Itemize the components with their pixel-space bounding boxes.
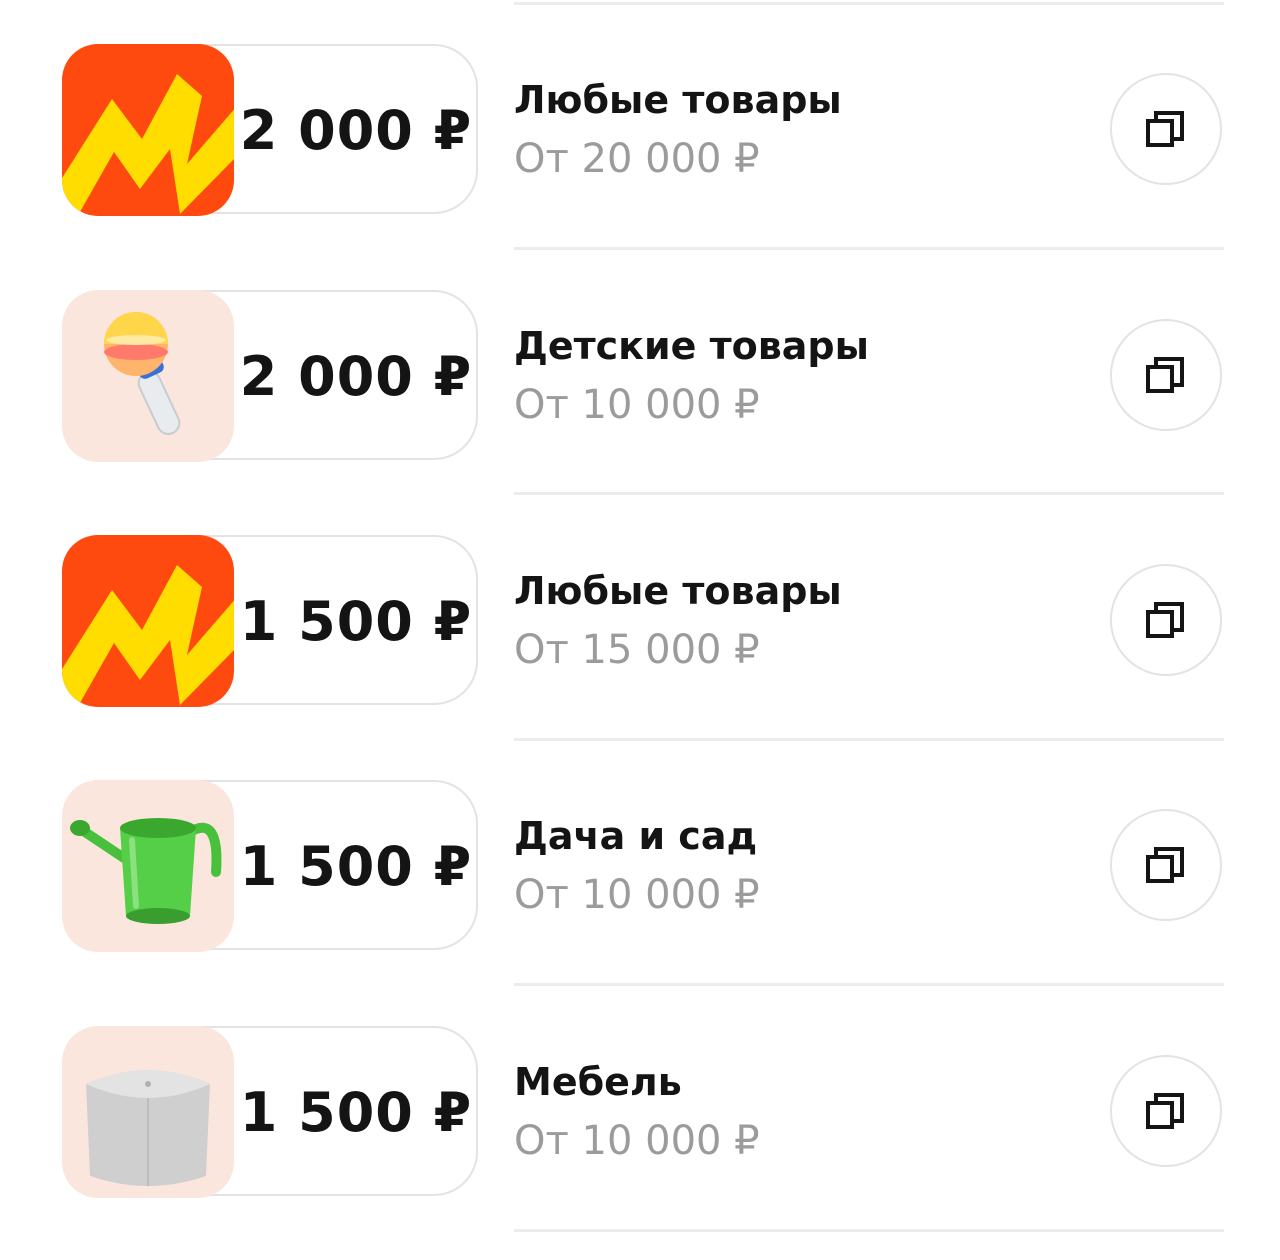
yandex-market-logo [62, 44, 234, 216]
copy-icon [1146, 357, 1184, 393]
divider [514, 492, 1224, 495]
copy-button[interactable] [1110, 564, 1222, 676]
divider [514, 738, 1224, 741]
coupon-amount: 2 000 ₽ [239, 344, 473, 408]
copy-icon [1146, 602, 1184, 638]
copy-icon [1146, 1093, 1184, 1129]
coupon-category: Дача и сад [514, 814, 758, 858]
coupon-amount: 1 500 ₽ [239, 834, 473, 898]
copy-button[interactable] [1110, 809, 1222, 921]
divider [514, 247, 1224, 250]
coupon-condition: От 15 000 ₽ [514, 627, 760, 673]
divider [514, 1229, 1224, 1232]
coupon-row: 1 500 ₽ Дача и сад От 10 000 ₽ [0, 780, 1280, 952]
coupon-row: 1 500 ₽ Любые товары От 15 000 ₽ [0, 535, 1280, 707]
coupon-amount: 2 000 ₽ [239, 98, 473, 162]
coupon-condition: От 10 000 ₽ [514, 872, 760, 918]
coupon-category: Детские товары [514, 324, 869, 368]
baby-rattle-image [62, 290, 234, 462]
coupon-row: 2 000 ₽ Любые товары От 20 000 ₽ [0, 44, 1280, 216]
coupon-amount: 1 500 ₽ [239, 589, 473, 653]
coupon-condition: От 10 000 ₽ [514, 1118, 760, 1164]
coupon-row: 2 000 ₽ Детские товары От 10 000 ₽ [0, 290, 1280, 462]
coupon-category: Любые товары [514, 78, 842, 122]
coupon-amount: 1 500 ₽ [239, 1080, 473, 1144]
watering-can-image [62, 780, 234, 952]
copy-button[interactable] [1110, 73, 1222, 185]
copy-icon [1146, 111, 1184, 147]
coupon-condition: От 20 000 ₽ [514, 136, 760, 182]
coupon-category: Любые товары [514, 569, 842, 613]
yandex-market-logo [62, 535, 234, 707]
copy-button[interactable] [1110, 319, 1222, 431]
divider [514, 2, 1224, 5]
coupon-category: Мебель [514, 1060, 682, 1104]
divider [514, 983, 1224, 986]
pouf-image [62, 1026, 234, 1198]
copy-button[interactable] [1110, 1055, 1222, 1167]
coupon-condition: От 10 000 ₽ [514, 382, 760, 428]
copy-icon [1146, 847, 1184, 883]
coupon-row: 1 500 ₽ Мебель От 10 000 ₽ [0, 1026, 1280, 1198]
